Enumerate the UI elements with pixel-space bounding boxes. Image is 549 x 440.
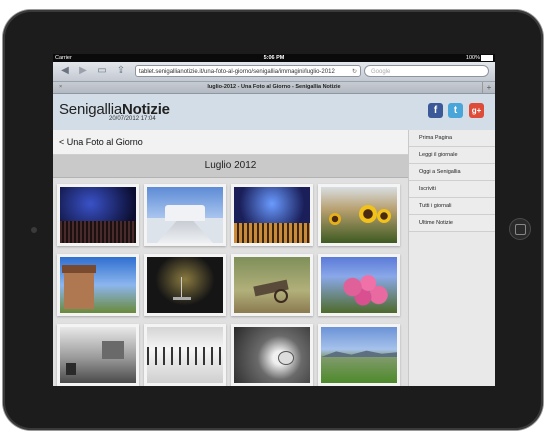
photo-old-house[interactable] <box>57 254 139 316</box>
photo-sunflowers[interactable] <box>318 184 400 246</box>
photo-stage-show[interactable] <box>231 184 313 246</box>
camera <box>31 227 37 233</box>
sidebar-item-oggi-a-senigallia[interactable]: Oggi a Senigallia <box>409 164 495 181</box>
photo-chairs-bw[interactable] <box>144 324 226 386</box>
url-input[interactable]: tablet.senigallianotizie.it/una-foto-al-… <box>135 65 361 77</box>
browser-toolbar: ◀ ▶ ▭ ⇪ tablet.senigallianotizie.it/una-… <box>53 62 495 82</box>
back-arrow-icon[interactable]: ◀ <box>59 65 71 77</box>
screen: Carrier 5:06 PM 100% ◀ ▶ ▭ ⇪ tablet.seni… <box>53 54 495 386</box>
photo-landscape-hills[interactable] <box>318 324 400 386</box>
share-icon[interactable]: ⇪ <box>115 65 127 77</box>
battery-percent: 100% <box>465 55 480 61</box>
google-plus-icon[interactable]: g+ <box>469 103 484 118</box>
photo-pier-building[interactable] <box>144 184 226 246</box>
search-input[interactable]: Google <box>364 65 489 77</box>
sidebar-item-leggi-il-giornale[interactable]: Leggi il giornale <box>409 147 495 164</box>
sidebar-menu: Prima Pagina Leggi il giornale Oggi a Se… <box>408 130 495 386</box>
back-link[interactable]: < Una Foto al Giorno <box>53 130 408 155</box>
photo-pink-flowers[interactable] <box>318 254 400 316</box>
sidebar-item-prima-pagina[interactable]: Prima Pagina <box>409 130 495 147</box>
photo-concert-crowd[interactable] <box>57 184 139 246</box>
main-content: < Una Foto al Giorno Luglio 2012 <box>53 130 408 386</box>
header-date: 20/07/2012 17:04 <box>109 116 156 122</box>
battery: 100% <box>466 54 493 62</box>
sidebar-item-ultime-notizie[interactable]: Ultime Notizie <box>409 215 495 232</box>
facebook-icon[interactable]: f <box>428 103 443 118</box>
home-button[interactable] <box>509 218 531 240</box>
clock: 5:06 PM <box>263 55 285 61</box>
photo-wheelbarrow[interactable] <box>231 254 313 316</box>
new-tab-button[interactable]: + <box>482 82 495 93</box>
month-title: Luglio 2012 <box>53 155 408 178</box>
sidebar-item-tutti-i-giornali[interactable]: Tutti i giornali <box>409 198 495 215</box>
bookmarks-icon[interactable]: ▭ <box>96 65 108 77</box>
forward-arrow-icon[interactable]: ▶ <box>77 65 89 77</box>
tab-bar: × luglio-2012 - Una Foto al Giorno - Sen… <box>53 82 495 94</box>
tab-title[interactable]: luglio-2012 - Una Foto al Giorno - Senig… <box>53 82 495 93</box>
photo-village-bw[interactable] <box>57 324 139 386</box>
photo-snail-bw[interactable] <box>231 324 313 386</box>
site-header: SenigalliaNotizie 20/07/2012 17:04 f t g… <box>53 94 495 131</box>
url-text: tablet.senigallianotizie.it/una-foto-al-… <box>139 69 335 75</box>
battery-icon <box>481 54 493 61</box>
status-bar: Carrier 5:06 PM 100% <box>53 54 495 62</box>
sidebar-item-iscriviti[interactable]: Iscriviti <box>409 181 495 198</box>
reload-icon[interactable]: ↻ <box>352 66 357 76</box>
twitter-icon[interactable]: t <box>448 103 463 118</box>
photo-boat-night[interactable] <box>144 254 226 316</box>
